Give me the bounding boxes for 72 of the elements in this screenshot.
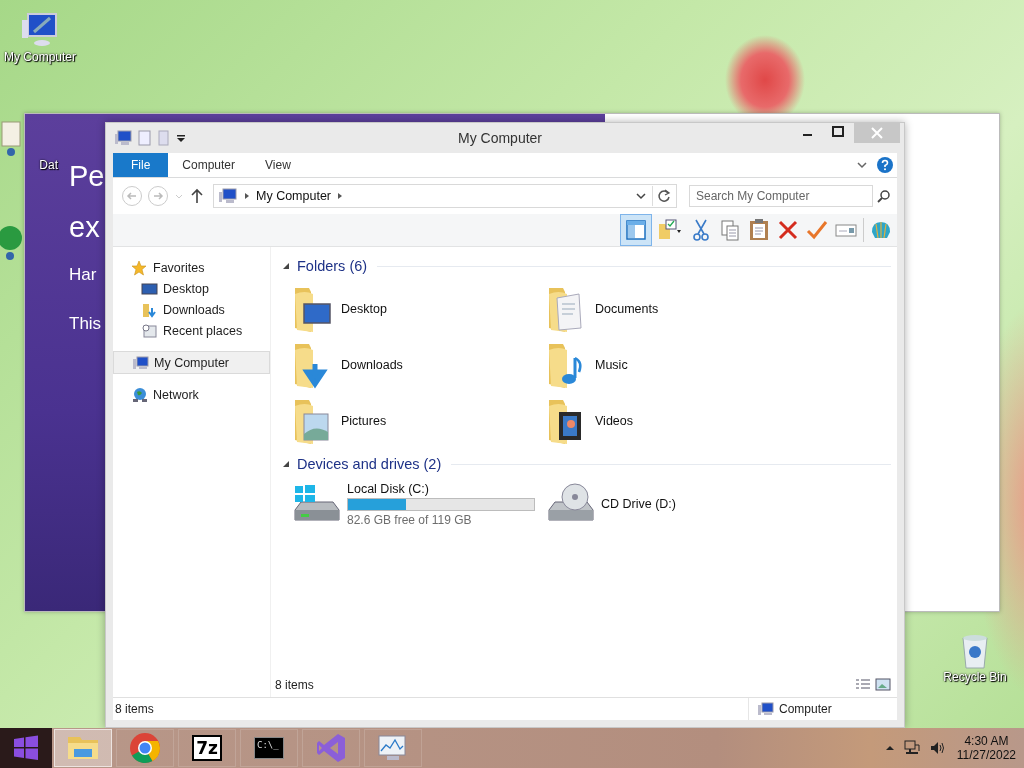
folder-name[interactable]: Music — [595, 358, 628, 372]
nav-item[interactable]: My Computer — [113, 351, 270, 374]
clock[interactable]: 4:30 AM 11/27/2022 — [954, 734, 1018, 762]
details-view-icon[interactable] — [855, 678, 871, 692]
collapse-arrow-icon[interactable] — [281, 261, 291, 271]
start-button[interactable] — [0, 728, 52, 768]
partial-text: This — [69, 315, 102, 332]
ribbon-tab[interactable]: File — [113, 153, 169, 177]
clock-date: 11/27/2022 — [956, 748, 1016, 762]
partial-text: ex — [69, 213, 100, 242]
taskbar-button[interactable] — [54, 729, 112, 767]
app-logo: 7z — [192, 735, 222, 761]
folder-name[interactable]: Pictures — [341, 414, 387, 428]
computer-icon — [114, 130, 132, 146]
taskbar-button[interactable]: 7z — [178, 729, 236, 767]
nav-item[interactable]: Network — [113, 384, 270, 405]
show-hidden-icons-icon[interactable] — [884, 743, 895, 753]
copy-icon[interactable] — [718, 218, 742, 242]
folder-name[interactable]: Documents — [595, 302, 659, 316]
large-icons-view-icon[interactable] — [875, 678, 891, 692]
recent-places-icon — [141, 322, 159, 339]
folder-check-icon[interactable] — [656, 218, 684, 242]
delete-x-icon[interactable] — [776, 218, 800, 242]
nav-item[interactable]: Favorites — [113, 257, 270, 278]
group-header[interactable]: Devices and drives (2) — [297, 456, 442, 472]
icon-label: My Computer — [4, 50, 76, 64]
ribbon-logo-icon — [314, 731, 348, 765]
checkmark-icon[interactable] — [805, 218, 829, 242]
windows-logo-icon — [13, 735, 39, 761]
status-zone-text: Computer — [779, 702, 832, 716]
chrome-logo-icon — [128, 731, 162, 765]
icon-label: Dat — [39, 158, 58, 172]
computer-icon — [132, 354, 150, 371]
folder-name[interactable]: Videos — [595, 414, 633, 428]
downloads-folder-icon — [141, 301, 159, 318]
free-space-text: 82.6 GB free of 119 GB — [347, 512, 473, 527]
taskbar-button[interactable]: C:\_ — [240, 729, 298, 767]
collapse-arrow-icon[interactable] — [281, 459, 291, 469]
nav-item[interactable]: Desktop — [113, 278, 270, 299]
folder-name[interactable]: Downloads — [341, 358, 403, 372]
desktop-icon — [141, 280, 159, 297]
terminal-logo: C:\_ — [254, 737, 284, 759]
status-text: 8 items — [114, 702, 155, 716]
taskbar-button[interactable] — [116, 729, 174, 767]
partial-text: Pe — [69, 162, 105, 191]
drive-name[interactable]: CD Drive (D:) — [601, 497, 676, 511]
breadcrumb[interactable]: My Computer — [256, 189, 332, 203]
taskbar-button[interactable] — [302, 729, 360, 767]
group-header[interactable]: Folders (6) — [297, 258, 368, 274]
computer-icon — [757, 701, 775, 717]
clock-time: 4:30 AM — [963, 734, 1010, 748]
search-field[interactable]: Search My Computer — [689, 185, 873, 207]
clipboard-icon[interactable] — [747, 218, 771, 242]
ribbon-tab[interactable]: Computer — [168, 153, 250, 177]
nav-item[interactable]: Downloads — [113, 299, 270, 320]
preview-pane-icon[interactable] — [621, 215, 651, 245]
ribbon-tab[interactable]: View — [251, 153, 305, 177]
star-icon — [131, 259, 149, 276]
folder-name[interactable]: Desktop — [341, 302, 387, 316]
network-icon[interactable] — [902, 739, 921, 757]
help-icon[interactable] — [877, 157, 893, 173]
item-count: 8 items — [275, 678, 314, 692]
window-title: My Computer — [457, 130, 543, 146]
icon-label: Recycle Bin — [943, 670, 1007, 684]
address-bar[interactable]: My Computer — [213, 184, 677, 208]
nav-item[interactable]: Recent places — [113, 320, 270, 341]
taskbar-button[interactable] — [364, 729, 422, 767]
search-icon — [877, 189, 891, 203]
network-globe-icon — [131, 386, 149, 403]
computer-icon — [218, 188, 238, 204]
drive-name[interactable]: Local Disk (C:) — [347, 481, 535, 496]
partial-text: Har — [69, 266, 97, 283]
